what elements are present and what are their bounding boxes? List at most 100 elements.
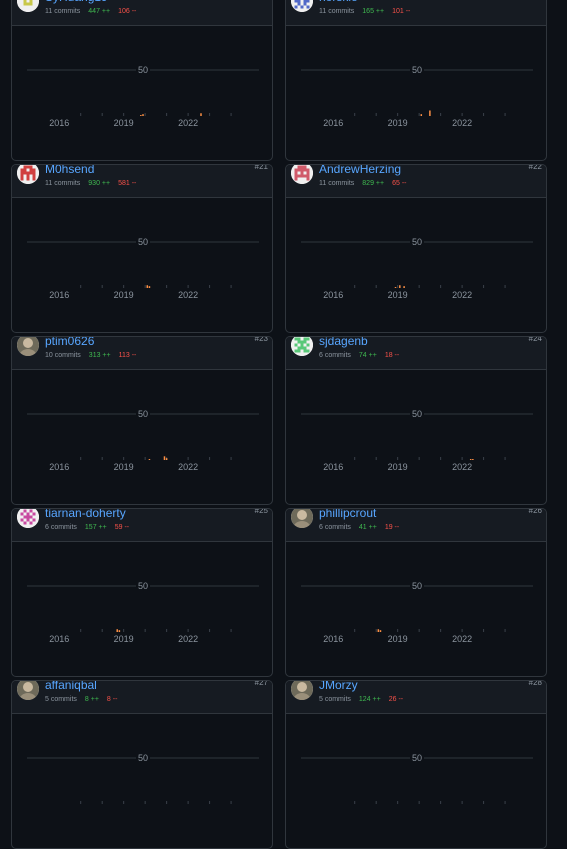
card-header: ptim0626 10 commits 313 ++ 113 -- #23 [12, 337, 272, 370]
x-tick-label: 2022 [178, 462, 198, 472]
deletions-count: 59 -- [114, 524, 130, 531]
avatar[interactable] [291, 0, 313, 12]
commit-count[interactable]: 5 commits [319, 696, 351, 703]
identicon-yellow-icon [17, 0, 39, 12]
x-tick-label: 2019 [114, 118, 134, 128]
chart-svg: 50 2016 2019 2022 [301, 408, 533, 472]
avatar[interactable] [291, 681, 313, 700]
rank-label: #20 [529, 0, 542, 1]
contribution-bar [118, 630, 121, 632]
contribution-chart: 50 2016 2019 2022 [286, 542, 546, 676]
commit-count[interactable]: 11 commits [45, 180, 80, 187]
x-tick-label: 2016 [49, 290, 69, 300]
photo-avatar-icon [17, 337, 39, 356]
x-tick-label: 2016 [323, 462, 343, 472]
additions-count: 930 ++ [88, 180, 111, 187]
commit-stats: 5 commits 8 ++ 8 -- [45, 695, 117, 704]
avatar[interactable] [17, 0, 39, 12]
contribution-chart: 50 2016 2019 2022 [12, 26, 272, 160]
card-header: JMorzy 5 commits 124 ++ 26 -- #28 [286, 681, 546, 714]
commit-stats: 6 commits 74 ++ 18 -- [319, 351, 399, 360]
chart-svg: 50 2016 2019 2022 [301, 580, 533, 644]
commit-count[interactable]: 5 commits [45, 696, 77, 703]
contributor-card: M0hsend 11 commits 930 ++ 581 -- #21 50 2016 20… [11, 164, 273, 333]
commit-count[interactable]: 6 commits [319, 352, 351, 359]
avatar[interactable] [17, 337, 39, 356]
rank-label: #23 [254, 336, 268, 343]
commit-count[interactable]: 11 commits [45, 8, 80, 15]
contributor-card: sjdagenb 6 commits 74 ++ 18 -- #24 50 2016 2019… [285, 336, 547, 505]
username-link[interactable]: sjdagenb [319, 337, 368, 349]
identicon-green-icon [291, 337, 313, 356]
photo-avatar-icon [291, 509, 313, 528]
avatar[interactable] [17, 681, 39, 700]
contribution-bar [429, 110, 431, 116]
contribution-chart: 50 2016 2019 2022 [286, 370, 546, 504]
contribution-bar [394, 287, 397, 288]
contribution-bar [399, 285, 401, 288]
card-header: M0hsend 11 commits 930 ++ 581 -- #21 [12, 165, 272, 198]
y-tick-label: 50 [412, 409, 422, 419]
rank-label: #22 [528, 164, 542, 171]
avatar[interactable] [17, 165, 39, 184]
y-tick-label: 50 [138, 753, 148, 763]
commit-stats: 10 commits 313 ++ 113 -- [45, 351, 136, 360]
contribution-bar [403, 286, 405, 288]
avatar[interactable] [291, 337, 313, 356]
contribution-chart: 50 2016 2019 2022 [12, 542, 272, 676]
rank-label: #27 [254, 680, 268, 687]
additions-count: 8 ++ [84, 696, 99, 703]
username-link[interactable]: tiarnan-doherty [45, 509, 126, 521]
username-link[interactable]: M0hsend [45, 165, 94, 177]
x-tick-label: 2019 [388, 290, 408, 300]
chart-svg: 50 2016 2019 2022 [27, 408, 259, 472]
y-tick-label: 50 [412, 237, 422, 247]
additions-count: 124 ++ [358, 696, 381, 703]
deletions-count: 8 -- [106, 696, 118, 703]
avatar[interactable] [291, 165, 313, 184]
deletions-count: 26 -- [388, 696, 404, 703]
avatar[interactable] [291, 509, 313, 528]
contribution-bar [379, 630, 382, 632]
x-tick-label: 2016 [323, 634, 343, 644]
contribution-bar [146, 285, 149, 288]
username-link[interactable]: ptim0626 [45, 337, 94, 349]
x-tick-label: 2016 [49, 118, 69, 128]
commit-count[interactable]: 11 commits [319, 8, 354, 15]
commit-stats: 11 commits 930 ++ 581 -- [45, 179, 136, 188]
username-link[interactable]: JMorzy [319, 681, 358, 693]
username-link[interactable]: norskie [319, 0, 358, 5]
username-link[interactable]: affaniqbal [45, 681, 97, 693]
chart-svg: 50 2016 2019 2022 [27, 236, 259, 300]
x-tick-label: 2016 [323, 118, 343, 128]
additions-count: 447 ++ [88, 8, 111, 15]
commit-stats: 11 commits 829 ++ 65 -- [319, 179, 407, 188]
y-tick-label: 50 [138, 581, 148, 591]
chart-svg: 50 2016 2019 2022 [301, 64, 533, 128]
commit-count[interactable]: 6 commits [319, 524, 351, 531]
photo-avatar-icon [17, 681, 39, 700]
commit-stats: 6 commits 157 ++ 59 -- [45, 523, 129, 532]
commit-stats: 11 commits 447 ++ 106 -- [45, 7, 136, 16]
x-tick-label: 2019 [388, 462, 408, 472]
commit-stats: 5 commits 124 ++ 26 -- [319, 695, 403, 704]
commit-count[interactable]: 11 commits [319, 180, 354, 187]
identicon-pink-icon [291, 165, 313, 184]
y-tick-label: 50 [412, 581, 422, 591]
commit-count[interactable]: 6 commits [45, 524, 77, 531]
username-link[interactable]: AndrewHerzing [319, 165, 401, 177]
deletions-count: 19 -- [384, 524, 400, 531]
additions-count: 41 ++ [358, 524, 377, 531]
contribution-bar [140, 115, 142, 116]
rank-label: #25 [254, 508, 268, 515]
avatar[interactable] [17, 509, 39, 528]
username-link[interactable]: SyHuang19 [45, 0, 108, 5]
chart-svg: 50 [27, 752, 259, 804]
commit-count[interactable]: 10 commits [45, 352, 81, 359]
username-link[interactable]: phillipcrout [319, 509, 376, 521]
x-tick-label: 2022 [452, 634, 472, 644]
commit-stats: 11 commits 165 ++ 101 -- [319, 7, 410, 16]
y-tick-label: 50 [412, 753, 422, 763]
contribution-bar [420, 114, 423, 116]
card-header: tiarnan-doherty 6 commits 157 ++ 59 -- #25 [12, 509, 272, 542]
